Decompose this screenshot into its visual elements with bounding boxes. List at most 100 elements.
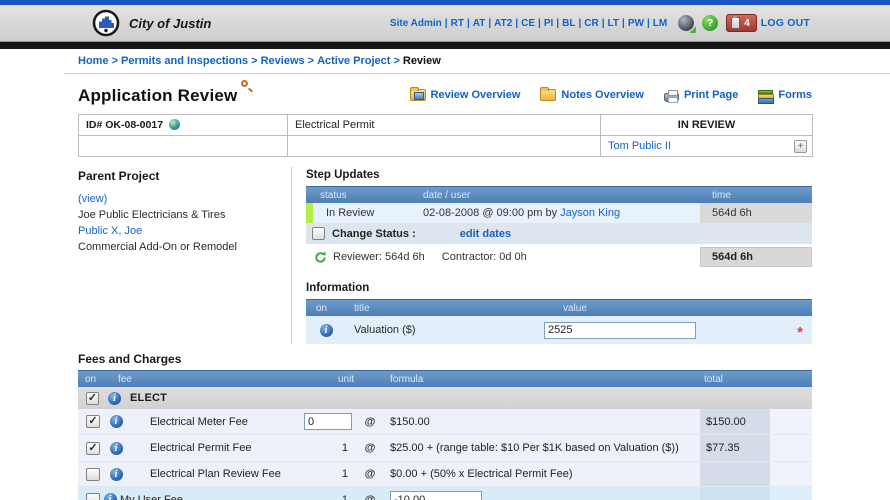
fee-row-end-cell	[770, 435, 812, 461]
status-marker	[306, 203, 313, 223]
col-title: title	[354, 302, 370, 314]
topnav-link-pi[interactable]: PI	[543, 18, 554, 29]
action-label: Review Overview	[430, 89, 521, 101]
info-icon[interactable]	[319, 323, 333, 337]
fees-header: on fee unit formula total	[78, 370, 812, 387]
summary-id-cell: ID# OK-08-0017	[78, 114, 288, 136]
review-overview-link[interactable]: Review Overview	[409, 87, 521, 101]
info-icon[interactable]	[109, 415, 123, 428]
parent-project-panel: Parent Project (view) Joe Public Electri…	[78, 167, 292, 344]
topnav-link-lm[interactable]: LM	[652, 18, 668, 29]
topnav-separator: |	[515, 17, 519, 29]
breadcrumb: Home > Permits and Inspections > Reviews > Act…	[78, 55, 890, 68]
tasks-badge[interactable]: 4	[726, 14, 757, 32]
change-status-checkbox[interactable]	[312, 227, 325, 240]
topnav-link-rt[interactable]: RT	[450, 18, 465, 29]
step-user-link[interactable]: Jayson King	[560, 207, 620, 219]
topnav-link-ce[interactable]: CE	[520, 18, 536, 29]
topnav-links: Site Admin | RT | AT | AT2 | CE | PI | BL | CR | LT | PW | L…	[389, 18, 668, 29]
help-icon[interactable]	[702, 15, 719, 31]
breadcrumb-link-active-project[interactable]: Active Project	[317, 55, 390, 67]
page-content: Home > Permits and Inspections > Reviews > Act…	[0, 55, 890, 500]
breadcrumb-link-home[interactable]: Home	[78, 55, 109, 67]
breadcrumb-link-reviews[interactable]: Reviews	[261, 55, 305, 67]
topnav-separator: |	[444, 17, 448, 29]
brand-title: City of Justin	[129, 15, 212, 31]
app-window: City of Justin Site Admin | RT | AT | AT2 | CE | P…	[0, 0, 890, 500]
fee-checkbox[interactable]	[86, 493, 100, 500]
topnav-link-site-admin[interactable]: Site Admin	[389, 18, 443, 29]
review-panel: Step Updates status date / user time In …	[292, 167, 812, 344]
col-unit: unit	[338, 373, 355, 385]
col-value: value	[563, 302, 587, 314]
notes-overview-link[interactable]: Notes Overview	[540, 87, 644, 101]
printer-icon	[663, 89, 679, 103]
topnav-separator: |	[578, 17, 582, 29]
topnav-link-at2[interactable]: AT2	[493, 18, 513, 29]
refresh-icon	[315, 250, 326, 263]
page-actions: Review Overview Notes Overview Print Page F…	[409, 87, 812, 104]
topnav-link-lt[interactable]: LT	[607, 18, 620, 29]
topnav-separator: |	[556, 17, 560, 29]
fee-checkbox[interactable]	[86, 441, 100, 455]
site-header: City of Justin Site Admin | RT | AT | AT2 | CE | P…	[0, 5, 890, 42]
logout-link[interactable]: LOG OUT	[761, 17, 810, 29]
globe-icon[interactable]	[169, 119, 181, 130]
fee-checkbox[interactable]	[86, 415, 100, 428]
information-heading: Information	[306, 282, 370, 294]
fee-unit: 1	[341, 468, 348, 480]
required-asterisk: *	[797, 324, 803, 341]
topnav-link-at[interactable]: AT	[472, 18, 487, 29]
topnav-separator: |	[488, 17, 492, 29]
add-assignee-button[interactable]: +	[794, 140, 807, 153]
fee-name: My User Fee	[120, 493, 183, 500]
review-overview-icon	[409, 87, 426, 101]
black-separator-bar	[0, 42, 890, 49]
edit-dates-link[interactable]: edit dates	[460, 228, 511, 240]
breadcrumb-link-permits-and-inspections[interactable]: Permits and Inspections	[121, 55, 248, 67]
info-icon[interactable]	[109, 441, 123, 455]
fee-group-checkbox[interactable]	[86, 391, 99, 405]
topnav-separator: |	[538, 17, 541, 29]
fee-name: Electrical Meter Fee	[150, 415, 248, 428]
action-label: Forms	[778, 89, 812, 101]
step-updates-header: status date / user time	[306, 186, 812, 203]
step-update-row: In Review 02-08-2008 @ 09:00 pm by Jayso…	[306, 203, 812, 223]
step-status: In Review	[326, 207, 375, 219]
notes-overview-icon	[540, 87, 557, 101]
fee-total: $77.35	[700, 435, 770, 461]
col-total: total	[704, 373, 723, 385]
parent-project-view-link[interactable]: (view)	[78, 193, 107, 205]
assignee-link[interactable]: Tom Public II	[608, 140, 671, 152]
col-time: time	[712, 189, 731, 201]
info-icon[interactable]	[109, 467, 123, 481]
fee-checkbox[interactable]	[86, 467, 100, 481]
topnav-link-bl[interactable]: BL	[561, 18, 576, 29]
topnav-link-cr[interactable]: CR	[583, 18, 599, 29]
topnav-link-pw[interactable]: PW	[627, 18, 645, 29]
city-logo-icon	[92, 9, 120, 37]
print-page-link[interactable]: Print Page	[663, 89, 738, 103]
at-symbol: @	[364, 493, 376, 500]
info-icon[interactable]	[103, 493, 117, 500]
top-navigation: Site Admin | RT | AT | AT2 | CE | PI | BL | CR | LT | PW | L…	[389, 5, 810, 41]
magnifier-icon[interactable]	[241, 80, 249, 87]
fee-name: Electrical Plan Review Fee	[150, 468, 281, 480]
topnav-separator: |	[601, 17, 605, 29]
fee-formula-input[interactable]	[390, 491, 482, 500]
assignee-cell: Tom Public II +	[600, 135, 813, 157]
status-badge: IN REVIEW	[600, 114, 813, 136]
parent-project-heading: Parent Project	[78, 169, 160, 183]
valuation-input[interactable]	[544, 321, 696, 339]
clipboard-icon	[731, 16, 741, 29]
change-status-label: Change Status :	[332, 227, 416, 240]
parent-project-contact-link[interactable]: Public X, Joe	[78, 225, 142, 237]
summary-table: ID# OK-08-0017 Electrical Permit IN REVI…	[78, 114, 813, 157]
fees-heading: Fees and Charges	[78, 352, 182, 366]
fee-formula: $150.00	[390, 415, 430, 428]
fee-unit-input[interactable]	[304, 413, 352, 430]
info-icon[interactable]	[108, 391, 121, 405]
forms-link[interactable]: Forms	[758, 89, 812, 104]
breadcrumb-separator: >	[251, 55, 258, 67]
world-clock-icon[interactable]	[678, 15, 695, 31]
